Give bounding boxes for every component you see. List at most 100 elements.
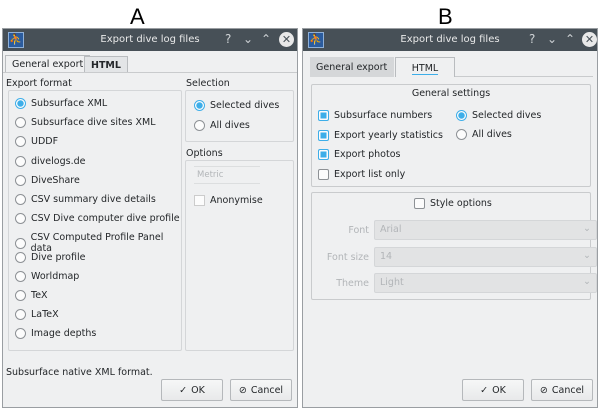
radio-indicator xyxy=(456,129,467,140)
checkbox-label: Subsurface numbers xyxy=(334,110,433,121)
help-icon[interactable]: ? xyxy=(225,32,231,46)
tab-general-export[interactable]: General export xyxy=(310,57,394,77)
checkbox-indicator xyxy=(194,195,205,206)
radio-format[interactable]: DiveShare xyxy=(15,174,80,186)
radio-label: All dives xyxy=(210,120,250,131)
font-size-select[interactable]: 14 ⌄ xyxy=(374,247,597,267)
radio-indicator xyxy=(15,251,26,263)
radio-indicator xyxy=(15,237,26,249)
radio-label: TeX xyxy=(31,290,48,301)
checkbox-indicator xyxy=(318,149,329,160)
anonymise-checkbox[interactable]: Anonymise xyxy=(194,195,263,206)
checkbox-option[interactable]: Export photos xyxy=(318,149,400,160)
export-dialog-general: ⛹ Export dive log files ? ⌄ ⌃ ✕ General … xyxy=(2,28,298,408)
radio-all-dives[interactable]: All dives xyxy=(194,120,250,131)
radio-indicator xyxy=(15,290,26,301)
tab-html[interactable]: HTML xyxy=(84,56,128,73)
theme-select[interactable]: Light ⌄ xyxy=(374,273,597,293)
radio-indicator xyxy=(15,136,26,148)
cancel-icon: ⊘ xyxy=(539,384,548,396)
radio-indicator xyxy=(15,194,26,205)
checkbox-label: Export yearly statistics xyxy=(334,129,443,141)
radio-format[interactable]: Dive profile xyxy=(15,251,86,263)
tab-general-export[interactable]: General export xyxy=(5,55,91,72)
tab-label: HTML xyxy=(411,63,439,75)
cancel-label: Cancel xyxy=(250,384,284,396)
font-value: Arial xyxy=(380,224,402,235)
close-icon[interactable]: ✕ xyxy=(582,32,597,47)
radio-all-dives[interactable]: All dives xyxy=(456,129,512,140)
maximize-icon[interactable]: ⌃ xyxy=(261,32,271,46)
radio-label: Image depths xyxy=(31,328,97,340)
radio-indicator xyxy=(15,117,26,129)
export-format-group: Subsurface XML Subsurface dive sites XML U… xyxy=(8,90,182,351)
radio-indicator xyxy=(15,270,26,282)
font-select[interactable]: Arial ⌄ xyxy=(374,220,597,240)
close-icon[interactable]: ✕ xyxy=(279,32,294,47)
font-size-label: Font size xyxy=(326,252,369,263)
font-size-value: 14 xyxy=(380,251,393,262)
check-icon: ✓ xyxy=(480,384,489,396)
title-bar: ⛹ Export dive log files ? ⌄ ⌃ ✕ xyxy=(303,29,597,51)
cancel-label: Cancel xyxy=(551,384,585,396)
ok-button[interactable]: ✓ OK xyxy=(462,379,524,401)
cancel-icon: ⊘ xyxy=(238,384,247,396)
radio-format[interactable]: CSV summary dive details xyxy=(15,194,156,205)
minimize-icon[interactable]: ⌄ xyxy=(243,32,253,46)
radio-format[interactable]: divelogs.de xyxy=(15,155,85,167)
title-bar: ⛹ Export dive log files ? ⌄ ⌃ ✕ xyxy=(3,29,297,51)
radio-label: All dives xyxy=(472,129,512,140)
tab-html[interactable]: HTML xyxy=(395,57,455,77)
checkbox-option[interactable]: Export yearly statistics xyxy=(318,129,443,141)
radio-indicator xyxy=(194,120,205,131)
theme-value: Light xyxy=(380,277,404,288)
radio-format[interactable]: UDDF xyxy=(15,136,58,148)
checkbox-label: Anonymise xyxy=(210,195,263,206)
checkbox-label: Style options xyxy=(430,198,492,209)
options-label: Options xyxy=(186,148,223,159)
cancel-button[interactable]: ⊘ Cancel xyxy=(531,379,593,401)
radio-format[interactable]: Image depths xyxy=(15,328,97,340)
radio-format[interactable]: Subsurface dive sites XML xyxy=(15,117,156,129)
cancel-button[interactable]: ⊘ Cancel xyxy=(230,379,292,401)
style-options-checkbox[interactable]: Style options xyxy=(414,198,492,209)
check-icon: ✓ xyxy=(179,384,188,396)
radio-indicator xyxy=(15,174,26,186)
radio-indicator xyxy=(194,100,205,111)
ok-label: OK xyxy=(492,384,506,396)
ok-button[interactable]: ✓ OK xyxy=(161,379,223,401)
export-format-label: Export format xyxy=(6,78,72,89)
selection-label: Selection xyxy=(186,78,230,89)
minimize-icon[interactable]: ⌄ xyxy=(547,32,557,46)
export-dialog-html: ⛹ Export dive log files ? ⌄ ⌃ ✕ General … xyxy=(302,28,598,408)
radio-format[interactable]: TeX xyxy=(15,290,48,301)
radio-label: LaTeX xyxy=(31,309,59,321)
radio-selected-dives[interactable]: Selected dives xyxy=(456,110,541,121)
theme-label: Theme xyxy=(336,278,369,289)
radio-label: DiveShare xyxy=(31,174,80,186)
checkbox-option[interactable]: Export list only xyxy=(318,168,405,180)
radio-format[interactable]: CSV Dive computer dive profile xyxy=(15,213,180,225)
radio-label: Selected dives xyxy=(210,100,280,111)
units-select[interactable]: Metric xyxy=(194,166,260,184)
status-text: Subsurface native XML format. xyxy=(6,367,153,378)
radio-format[interactable]: Subsurface XML xyxy=(15,98,107,109)
checkbox-option[interactable]: Subsurface numbers xyxy=(318,110,432,121)
radio-label: Subsurface dive sites XML xyxy=(31,117,156,129)
radio-indicator xyxy=(15,213,26,225)
radio-selected-dives[interactable]: Selected dives xyxy=(194,100,279,111)
style-options-group: Style options Font Arial ⌄ Font size 14 ⌄ … xyxy=(311,192,597,300)
radio-format[interactable]: Worldmap xyxy=(15,270,79,282)
radio-label: CSV Dive computer dive profile xyxy=(31,213,180,225)
maximize-icon[interactable]: ⌃ xyxy=(565,32,575,46)
checkbox-indicator xyxy=(318,168,329,180)
radio-label: Dive profile xyxy=(31,251,86,263)
help-icon[interactable]: ? xyxy=(529,32,535,46)
radio-indicator xyxy=(15,155,26,167)
radio-format[interactable]: LaTeX xyxy=(15,309,59,321)
checkbox-indicator xyxy=(318,129,329,141)
radio-label: Subsurface XML xyxy=(31,98,108,109)
checkbox-indicator xyxy=(414,198,425,209)
font-label: Font xyxy=(348,225,369,236)
panel-label-a: A xyxy=(130,4,145,29)
